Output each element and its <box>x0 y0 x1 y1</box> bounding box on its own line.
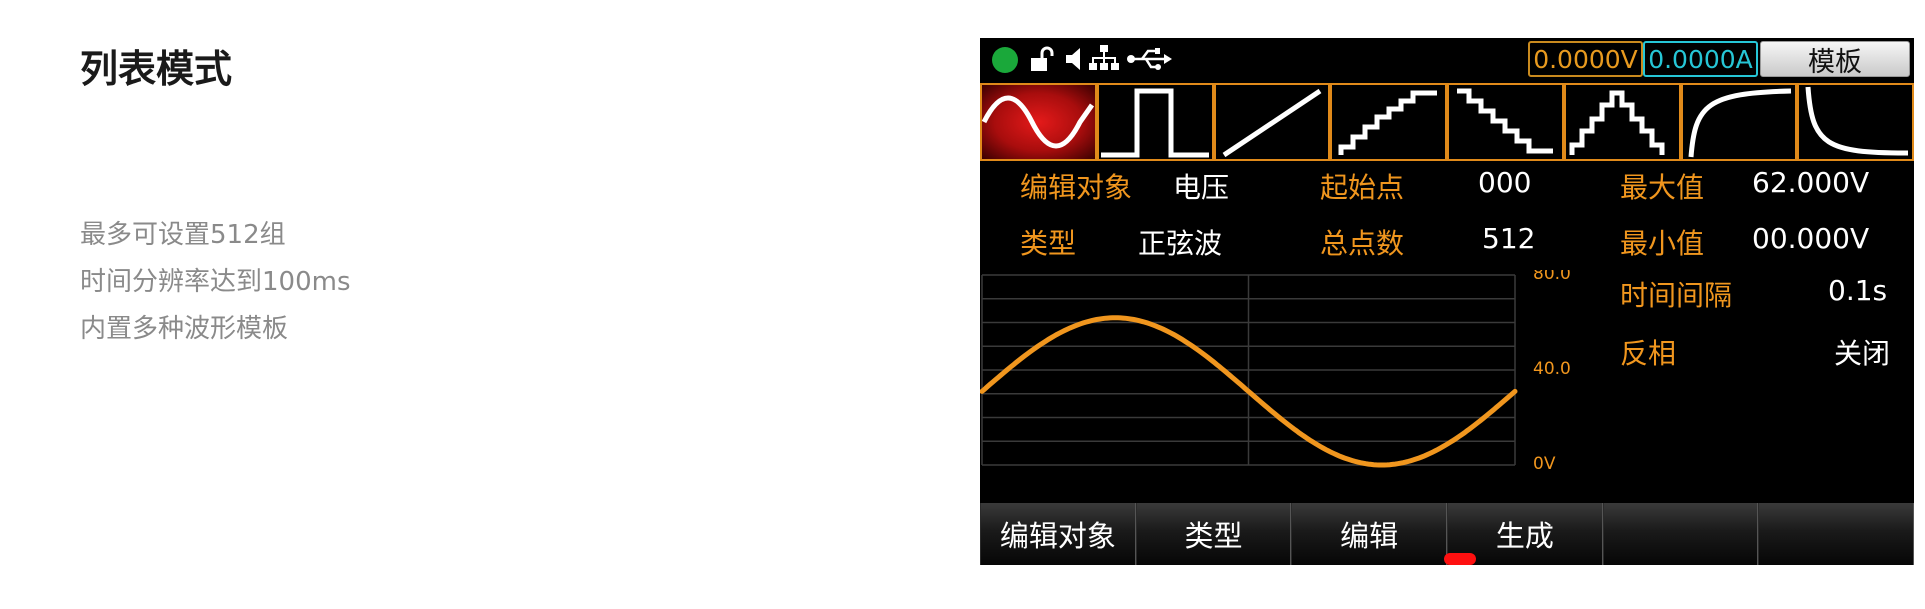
interval-value: 0.1s <box>1828 274 1888 307</box>
template-button[interactable]: 模板 <box>1760 41 1910 78</box>
softkey-type[interactable]: 类型 <box>1135 503 1292 565</box>
wave-ramp-button[interactable] <box>1213 83 1331 161</box>
feature-item: 内置多种波形模板 <box>80 314 289 344</box>
total-points-value: 512 <box>1482 222 1536 255</box>
current-readout: 0.0000A <box>1643 41 1758 77</box>
staircase-up-icon <box>1338 90 1437 155</box>
wave-square-button[interactable] <box>1096 83 1214 161</box>
min-value: 00.000V <box>1752 222 1870 255</box>
softkey-empty-5[interactable] <box>1602 503 1759 565</box>
softkey-edit[interactable]: 编辑 <box>1291 503 1448 565</box>
y-tick-label: 0V <box>1533 454 1556 474</box>
wave-staircase-down-button[interactable] <box>1447 83 1564 161</box>
wave-exp-rise-button[interactable] <box>1680 83 1798 161</box>
ramp-wave-icon <box>1222 88 1322 158</box>
start-point-value: 000 <box>1478 166 1532 199</box>
device-screen: 0.0000V 0.0000A 模板 编辑对象 电压 起始点 000 最大值 6… <box>980 38 1914 565</box>
edit-target-value: 电压 <box>1173 171 1230 204</box>
wave-staircase-up-button[interactable] <box>1330 83 1447 161</box>
max-value-label: 最大值 <box>1620 171 1705 204</box>
type-value: 正弦波 <box>1138 227 1223 260</box>
staircase-up-down-icon <box>1569 90 1665 155</box>
max-value: 62.000V <box>1752 166 1870 199</box>
exp-fall-icon <box>1805 86 1908 156</box>
y-tick-label: 40.0 <box>1533 359 1571 379</box>
exp-rise-icon <box>1688 88 1791 158</box>
min-value-label: 最小值 <box>1620 227 1705 260</box>
staircase-down-icon <box>1457 88 1554 154</box>
waveform-chart: 80.0 40.0 0V <box>980 270 1571 474</box>
wave-exp-fall-button[interactable] <box>1797 83 1914 161</box>
start-point-label: 起始点 <box>1320 171 1405 204</box>
wave-staircase-up-down-button[interactable] <box>1563 83 1681 161</box>
total-points-label: 总点数 <box>1320 227 1405 260</box>
softkey-indicator <box>1444 553 1476 565</box>
feature-list: 最多可设置512组 时间分辨率达到100ms 内置多种波形模板 <box>80 212 351 353</box>
y-tick-label: 80.0 <box>1533 270 1571 284</box>
page-title: 列表模式 <box>80 47 233 91</box>
voltage-readout: 0.0000V <box>1528 41 1643 77</box>
status-indicator <box>992 47 1018 73</box>
invert-label: 反相 <box>1620 337 1677 370</box>
feature-item: 最多可设置512组 <box>80 220 286 250</box>
invert-value: 关闭 <box>1834 337 1891 370</box>
status-icons <box>1028 42 1172 76</box>
usb-icon <box>1126 46 1172 72</box>
sine-wave-icon <box>982 95 1095 149</box>
unlock-icon <box>1028 44 1058 74</box>
chart-grid <box>981 274 1516 466</box>
interval-label: 时间间隔 <box>1620 279 1733 312</box>
network-icon <box>1088 44 1120 74</box>
speaker-icon <box>1064 45 1082 73</box>
waveform-template-row <box>980 83 1914 161</box>
type-label: 类型 <box>1020 227 1077 260</box>
edit-target-label: 编辑对象 <box>1020 171 1133 204</box>
feature-item: 时间分辨率达到100ms <box>80 267 351 297</box>
softkey-edit-target[interactable]: 编辑对象 <box>980 503 1136 565</box>
wave-sine-button[interactable] <box>980 83 1097 161</box>
softkey-empty-6[interactable] <box>1758 503 1914 565</box>
status-bar: 0.0000V 0.0000A 模板 <box>980 38 1914 80</box>
square-wave-icon <box>1101 88 1210 158</box>
